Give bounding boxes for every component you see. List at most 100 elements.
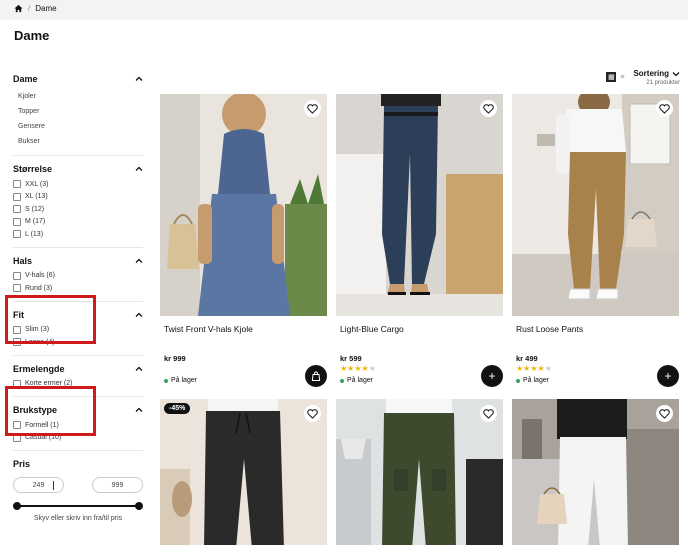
checkbox[interactable] — [13, 230, 21, 239]
home-icon[interactable] — [14, 4, 23, 13]
chevron-up-icon[interactable] — [135, 365, 143, 373]
category-link-bukser[interactable]: Bukser — [13, 134, 143, 149]
wishlist-button[interactable] — [304, 100, 321, 117]
product-name[interactable]: Rust Loose Pants — [516, 324, 583, 334]
checkbox[interactable] — [13, 271, 21, 280]
add-to-cart-button[interactable]: + — [657, 365, 679, 387]
size-option[interactable]: S (12) — [13, 203, 143, 216]
checkbox[interactable] — [13, 217, 21, 226]
heart-icon — [659, 408, 670, 419]
stock-status: På lager — [340, 377, 373, 384]
price-min-input[interactable]: 249 — [13, 477, 64, 493]
top-bar: / Dame — [0, 0, 688, 20]
sort-label: Sortering — [633, 69, 669, 78]
category-link-kjoler[interactable]: Kjoler — [13, 89, 143, 104]
stock-status: På lager — [516, 377, 549, 384]
stock-label: På lager — [523, 377, 550, 384]
wishlist-button[interactable] — [656, 100, 673, 117]
bag-icon — [311, 371, 321, 381]
price-slider[interactable] — [13, 499, 143, 513]
star-empty: ★ — [368, 364, 376, 373]
product-name[interactable]: Twist Front V-hals Kjole — [164, 324, 253, 334]
chevron-up-icon[interactable] — [135, 165, 143, 173]
wishlist-button[interactable] — [304, 405, 321, 422]
checkbox[interactable] — [13, 205, 21, 214]
discount-badge: -45% — [164, 403, 191, 414]
add-to-cart-button[interactable] — [305, 365, 327, 387]
chevron-up-icon[interactable] — [135, 406, 143, 414]
product-image[interactable] — [336, 94, 503, 316]
breadcrumb-current[interactable]: Dame — [35, 4, 56, 13]
product-card[interactable]: Light-Blue Cargo kr 599 ★★★★★ På lager + — [336, 94, 503, 394]
category-link-gensere[interactable]: Gensere — [13, 119, 143, 134]
size-option[interactable]: XXL (3) — [13, 178, 143, 191]
option-label: XXL (3) — [25, 180, 49, 188]
page-title: Dame — [14, 28, 50, 43]
facet-neck-header[interactable]: Hals — [13, 254, 143, 268]
chevron-up-icon[interactable] — [135, 311, 143, 319]
checkbox[interactable] — [13, 284, 21, 293]
divider — [13, 354, 143, 356]
price-hint: Skyv eller skriv inn fra/til pris — [33, 515, 123, 522]
facet-category-header[interactable]: Dame — [13, 72, 143, 86]
slider-min-handle[interactable] — [13, 502, 21, 510]
option-label: V-hals (6) — [25, 272, 55, 280]
heart-icon — [307, 408, 318, 419]
neck-option[interactable]: Rund (3) — [13, 282, 143, 295]
list-view-icon[interactable]: ≡ — [617, 72, 628, 82]
product-image[interactable]: -45% — [160, 399, 327, 545]
product-name[interactable]: Light-Blue Cargo — [340, 324, 404, 334]
facet-price-title: Pris — [13, 459, 31, 469]
product-card[interactable] — [512, 399, 679, 545]
breadcrumb: / Dame — [14, 4, 57, 13]
star-full: ★ — [354, 364, 362, 373]
sort-dropdown[interactable]: Sortering — [633, 69, 680, 78]
size-option[interactable]: L (13) — [13, 228, 143, 241]
category-list: Kjoler Topper Gensere Bukser — [13, 89, 143, 149]
facet-price-header: Pris — [13, 457, 143, 471]
facet-size-header[interactable]: Størrelse — [13, 162, 143, 176]
checkbox[interactable] — [13, 192, 21, 201]
option-label: XL (13) — [25, 193, 48, 201]
product-price: kr 499 — [516, 354, 538, 363]
slider-track — [17, 505, 139, 507]
product-image[interactable] — [512, 94, 679, 316]
category-link-topper[interactable]: Topper — [13, 104, 143, 119]
product-card[interactable]: -45% — [160, 399, 327, 545]
neck-options: V-hals (6) Rund (3) — [13, 270, 143, 295]
heart-icon — [307, 103, 318, 114]
product-card[interactable]: Twist Front V-hals Kjole kr 999 På lager — [160, 94, 327, 394]
product-image[interactable] — [336, 399, 503, 545]
add-to-cart-button[interactable]: + — [481, 365, 503, 387]
in-stock-dot — [164, 378, 168, 383]
product-price: kr 599 — [340, 354, 362, 363]
slider-max-handle[interactable] — [135, 502, 143, 510]
product-card[interactable]: Rust Loose Pants kr 499 ★★★★★ På lager + — [512, 94, 679, 394]
product-image[interactable] — [512, 399, 679, 545]
grid-view-icon[interactable]: ▦ — [606, 72, 617, 82]
neck-option[interactable]: V-hals (6) — [13, 270, 143, 283]
facet-size-title: Størrelse — [13, 164, 53, 174]
checkbox[interactable] — [13, 180, 21, 189]
sort-bar: ▦ ≡ Sortering 21 produkter — [606, 69, 680, 86]
size-option[interactable]: XL (13) — [13, 191, 143, 204]
heart-icon — [483, 408, 494, 419]
wishlist-button[interactable] — [480, 405, 497, 422]
view-toggle: ▦ ≡ — [606, 72, 628, 82]
product-count: 21 produkter — [646, 80, 680, 86]
chevron-up-icon[interactable] — [135, 75, 143, 83]
chevron-up-icon[interactable] — [135, 257, 143, 265]
divider — [13, 450, 143, 451]
heart-icon — [659, 103, 670, 114]
product-card[interactable] — [336, 399, 503, 545]
option-label: Rund (3) — [25, 284, 53, 292]
stock-label: På lager — [171, 377, 198, 384]
price-min-value: 249 — [32, 481, 45, 489]
size-option[interactable]: M (17) — [13, 216, 143, 229]
price-max-input[interactable]: 999 — [92, 477, 143, 493]
product-image[interactable] — [160, 94, 327, 316]
facet-sleeve-header[interactable]: Ermelengde — [13, 362, 143, 376]
divider — [13, 246, 143, 248]
wishlist-button[interactable] — [480, 100, 497, 117]
wishlist-button[interactable] — [656, 405, 673, 422]
